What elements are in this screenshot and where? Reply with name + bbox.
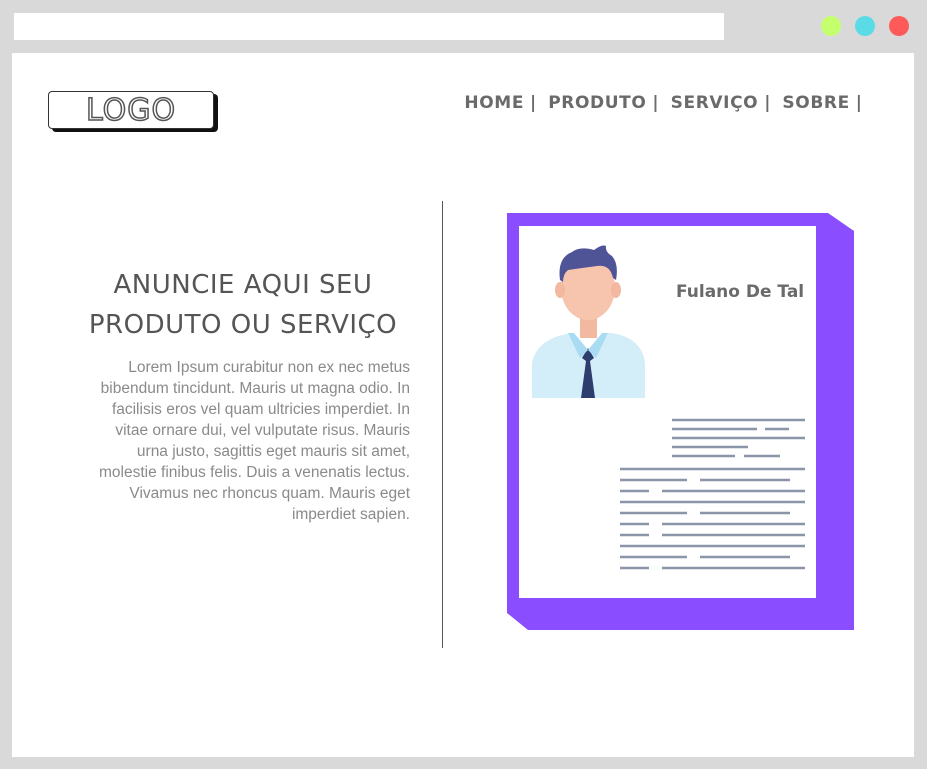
hero-body-text: Lorem Ipsum curabitur non ex nec metus b… [98, 359, 410, 523]
logo-text: LOGO [48, 91, 214, 129]
hero-headline-line1: ANUNCIE AQUI SEU [113, 270, 373, 300]
hero-headline: ANUNCIE AQUI SEU PRODUTO OU SERVIÇO [62, 265, 424, 345]
page-content: LOGO HOME | PRODUTO | SERVIÇO | SOBRE | … [12, 53, 914, 757]
window-close-dot[interactable] [889, 16, 909, 36]
nav-separator: | [764, 93, 771, 113]
nav-servico[interactable]: SERVIÇO [671, 93, 759, 113]
nav-separator: | [652, 93, 659, 113]
profile-name: Fulano De Tal [676, 282, 805, 302]
window-maximize-dot[interactable] [821, 16, 841, 36]
address-bar[interactable] [14, 13, 724, 40]
window-minimize-dot[interactable] [855, 16, 875, 36]
nav-separator: | [855, 93, 862, 113]
main-nav: HOME | PRODUTO | SERVIÇO | SOBRE | [464, 93, 864, 113]
vertical-divider [442, 201, 443, 648]
nav-home[interactable]: HOME [464, 93, 524, 113]
logo[interactable]: LOGO [48, 91, 220, 133]
nav-sobre[interactable]: SOBRE [782, 93, 849, 113]
nav-separator: | [530, 93, 537, 113]
nav-produto[interactable]: PRODUTO [548, 93, 646, 113]
profile-card [507, 213, 854, 630]
hero-headline-line2: PRODUTO OU SERVIÇO [88, 310, 398, 340]
